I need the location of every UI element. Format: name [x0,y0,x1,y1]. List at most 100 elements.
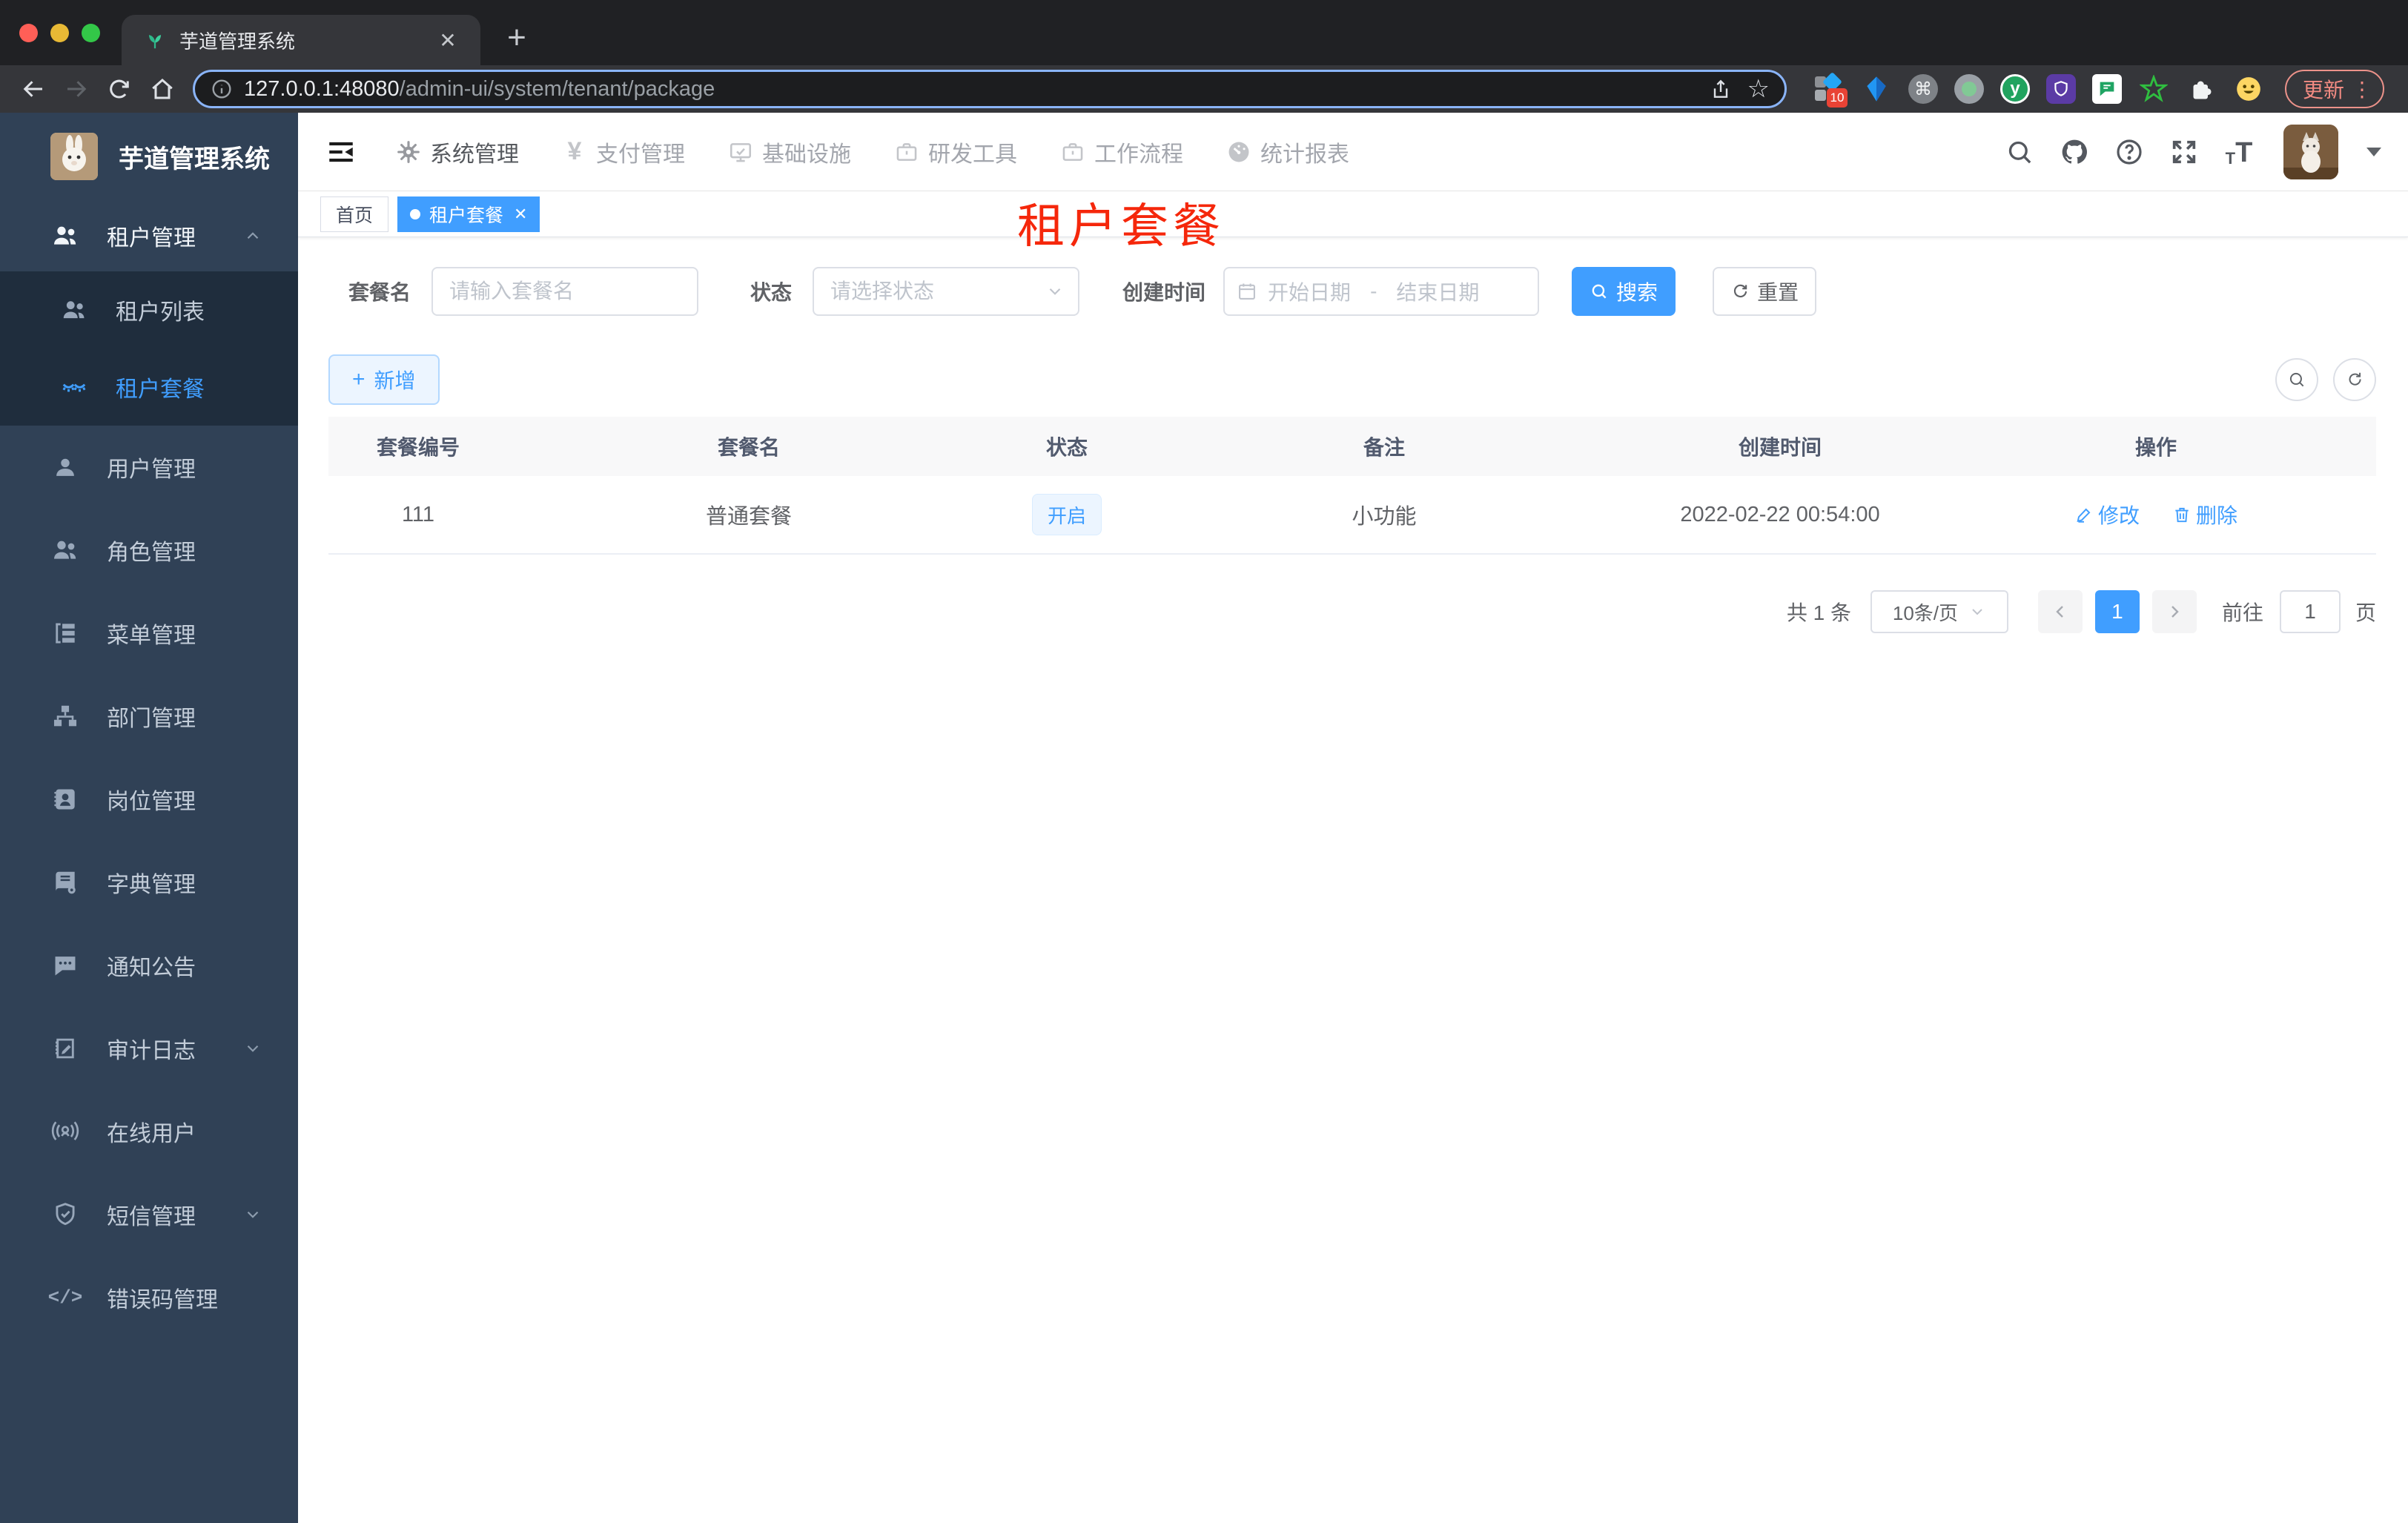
top-nav-pay[interactable]: ¥ 支付管理 [562,136,685,168]
search-icon[interactable] [2005,137,2034,167]
top-nav-workflow[interactable]: 工作流程 [1060,136,1183,168]
minimize-window-button[interactable] [50,24,69,42]
page-title-overlay: 租户套餐 [1017,199,1225,253]
page-unit-label: 页 [2355,601,2376,624]
sidebar-item-dept[interactable]: 部门管理 [0,675,298,758]
extension-icon-star[interactable] [2138,73,2169,105]
filter-form: 套餐名 状态 创建时间 [328,267,2376,316]
sidebar-logo-row[interactable]: 芋道管理系统 [0,113,298,200]
top-nav-system[interactable]: 系统管理 [396,136,519,168]
status-badge: 开启 [1031,494,1102,535]
toggle-search-button[interactable] [2275,358,2318,401]
extension-icon-blue-diamond[interactable]: 10 [1813,72,1848,108]
add-button[interactable]: + 新增 [328,354,440,405]
user-icon [50,452,80,482]
sidebar-item-user[interactable]: 用户管理 [0,426,298,509]
sidebar-item-post[interactable]: 岗位管理 [0,758,298,841]
prev-page-button[interactable] [2037,590,2083,633]
extension-icon-chat[interactable] [2092,74,2122,104]
tab-close-icon[interactable]: ✕ [433,25,463,55]
calendar-icon [1237,281,1257,302]
top-nav: 系统管理 ¥ 支付管理 基础设施 研发工具 工作流程 统计报表 [396,136,1349,168]
sidebar-item-tenant-package[interactable]: 租户套餐 [0,348,298,426]
extension-icon-kite[interactable] [1861,73,1892,105]
help-icon[interactable] [2114,137,2144,167]
delete-link[interactable]: 删除 [2172,500,2237,529]
sidebar-item-notice[interactable]: 通知公告 [0,924,298,1007]
sidebar-item-tenant[interactable]: 租户管理 [0,200,298,271]
top-nav-report[interactable]: 统计报表 [1226,136,1349,168]
site-info-icon[interactable] [210,77,234,101]
date-range-picker[interactable]: 开始日期 - 结束日期 [1223,267,1540,316]
app-header: 系统管理 ¥ 支付管理 基础设施 研发工具 工作流程 统计报表 T T [298,113,2408,191]
tag-home[interactable]: 首页 [320,196,389,232]
share-icon[interactable] [1709,77,1733,101]
sidebar-item-tenant-list[interactable]: 租户列表 [0,271,298,348]
extensions-bar: 10 ⌘ y [1813,72,2264,108]
tag-tenant-package[interactable]: 租户套餐 ✕ [397,196,540,232]
status-select-field[interactable] [814,280,1079,303]
table-toolbar: + 新增 [328,354,2376,405]
browser-tab-strip: 芋道管理系统 ✕ + [0,0,2408,65]
search-button[interactable]: 搜索 [1572,267,1676,316]
fullscreen-icon[interactable] [2169,137,2199,167]
close-window-button[interactable] [19,24,38,42]
font-size-icon[interactable]: TT [2224,137,2254,167]
sidebar-item-sms[interactable]: 短信管理 [0,1173,298,1256]
goto-page-input[interactable] [2279,590,2341,633]
top-nav-devtools[interactable]: 研发工具 [894,136,1017,168]
browser-tab[interactable]: 芋道管理系统 ✕ [122,15,480,65]
audit-log-icon [50,1034,80,1063]
sidebar-item-role[interactable]: 角色管理 [0,509,298,592]
new-tab-button[interactable]: + [495,16,538,59]
status-select[interactable] [813,267,1080,316]
sidebar-collapse-icon[interactable] [325,136,357,168]
extension-icon-shield[interactable] [2046,74,2076,104]
sidebar-item-online[interactable]: 在线用户 [0,1090,298,1173]
user-avatar[interactable] [2283,124,2338,179]
window-controls [19,24,100,42]
extension-icon-y[interactable]: y [2000,74,2030,104]
chrome-menu-icon[interactable]: ⋮ [2352,77,2372,102]
browser-toolbar: 127.0.0.1:48080/admin-ui/system/tenant/p… [0,65,2408,113]
maximize-window-button[interactable] [82,24,100,42]
package-name-input-field[interactable] [433,280,698,303]
package-name-input[interactable] [431,267,699,316]
next-page-button[interactable] [2151,590,2197,633]
sidebar-item-label: 错误码管理 [107,1288,218,1312]
sidebar-item-menu[interactable]: 菜单管理 [0,592,298,675]
forward-button[interactable] [59,72,93,106]
url-bar[interactable]: 127.0.0.1:48080/admin-ui/system/tenant/p… [193,70,1787,108]
extension-icon-green-dot[interactable] [1954,74,1984,104]
avatar-caret-icon[interactable] [2366,147,2381,156]
sidebar-item-dict[interactable]: 字典管理 [0,841,298,924]
sidebar-item-errcode[interactable]: </> 错误码管理 [0,1256,298,1339]
tag-label: 租户套餐 [429,205,504,226]
back-button[interactable] [16,72,50,106]
home-button[interactable] [145,72,179,106]
search-button-label: 搜索 [1616,281,1658,304]
sidebar-item-audit[interactable]: 审计日志 [0,1007,298,1090]
bookmark-star-icon[interactable]: ☆ [1747,74,1770,104]
app-frame: 芋道管理系统 租户管理 租户列表 租户套餐 用户管理 角色管理 菜单管理 部门管… [0,113,2408,1523]
page-number-button[interactable]: 1 [2094,590,2140,633]
top-nav-infra[interactable]: 基础设施 [728,136,851,168]
top-nav-label: 系统管理 [430,142,519,167]
refresh-table-button[interactable] [2333,358,2376,401]
extensions-puzzle-icon[interactable] [2186,73,2217,105]
sidebar-item-label: 短信管理 [107,1205,196,1229]
edit-link[interactable]: 修改 [2074,500,2140,529]
top-nav-label: 统计报表 [1260,142,1349,167]
edit-pencil-icon [2077,508,2091,523]
tag-close-icon[interactable]: ✕ [514,205,527,224]
github-icon[interactable] [2060,137,2089,167]
profile-emoji-icon[interactable] [2233,73,2264,105]
reset-button[interactable]: 重置 [1713,267,1817,316]
edit-link-label: 修改 [2097,504,2140,527]
shield-check-icon [50,1200,80,1229]
chrome-update-button[interactable]: 更新 ⋮ [2285,70,2385,108]
extension-icon-command[interactable]: ⌘ [1908,74,1938,104]
reload-button[interactable] [102,72,136,106]
trash-icon [2175,507,2189,523]
page-size-select[interactable]: 10条/页 [1870,590,2008,633]
